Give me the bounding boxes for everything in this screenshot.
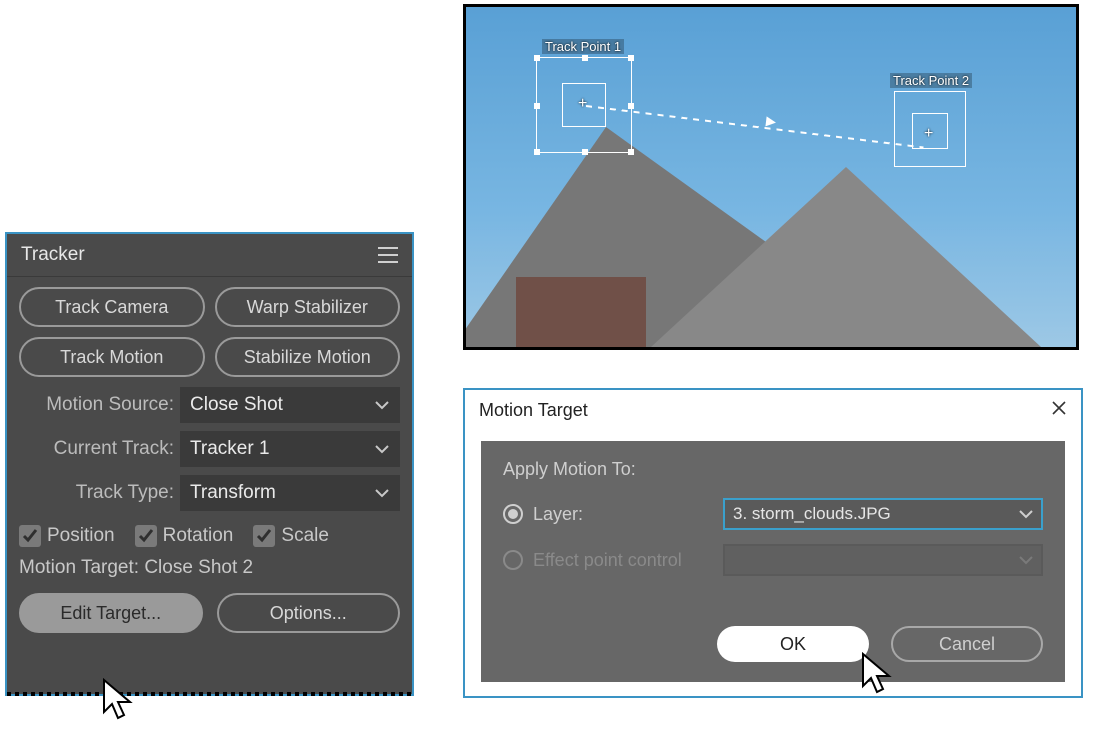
- panel-menu-icon[interactable]: [378, 247, 398, 263]
- preview-viewport[interactable]: Track Point 1 + Track Point 2 +: [463, 4, 1079, 350]
- motion-target-line: Motion Target: Close Shot 2: [19, 557, 400, 579]
- rotation-label: Rotation: [163, 525, 234, 547]
- stabilize-motion-button[interactable]: Stabilize Motion: [215, 337, 401, 377]
- current-track-value: Tracker 1: [190, 438, 270, 460]
- checkmark-icon: [135, 525, 157, 547]
- layer-select-dropdown[interactable]: 3. storm_clouds.JPG: [723, 498, 1043, 530]
- apply-motion-label: Apply Motion To:: [503, 459, 1043, 480]
- position-label: Position: [47, 525, 115, 547]
- cancel-button[interactable]: Cancel: [891, 626, 1043, 662]
- track-direction-arrow-icon: [765, 116, 776, 127]
- dialog-body: Apply Motion To: Layer: 3. storm_clouds.…: [481, 441, 1065, 608]
- checkmark-icon: [19, 525, 41, 547]
- dialog-title-text: Motion Target: [479, 400, 588, 421]
- tracker-panel: Tracker Track Camera Warp Stabilizer Tra…: [5, 232, 414, 696]
- current-track-label: Current Track:: [19, 438, 174, 460]
- tracker-panel-body: Track Camera Warp Stabilizer Track Motio…: [7, 277, 412, 647]
- track-type-label: Track Type:: [19, 482, 174, 504]
- track-type-dropdown[interactable]: Transform: [180, 475, 400, 511]
- effect-point-label: Effect point control: [533, 550, 713, 571]
- layer-radio-label: Layer:: [533, 504, 713, 525]
- effect-point-radio: [503, 550, 523, 570]
- edit-target-button[interactable]: Edit Target...: [19, 593, 203, 633]
- track-point-2-label: Track Point 2: [890, 73, 972, 88]
- motion-source-dropdown[interactable]: Close Shot: [180, 387, 400, 423]
- track-camera-button[interactable]: Track Camera: [19, 287, 205, 327]
- effect-point-dropdown: [723, 544, 1043, 576]
- current-track-dropdown[interactable]: Tracker 1: [180, 431, 400, 467]
- chevron-down-icon: [374, 444, 390, 454]
- tracker-panel-title: Tracker: [21, 244, 85, 266]
- checkmark-icon: [253, 525, 275, 547]
- close-icon[interactable]: [1051, 400, 1067, 421]
- chevron-down-icon: [1019, 556, 1033, 565]
- layer-radio[interactable]: [503, 504, 523, 524]
- track-point-1-label: Track Point 1: [542, 39, 624, 54]
- chevron-down-icon: [374, 400, 390, 410]
- scale-checkbox[interactable]: Scale: [253, 525, 329, 547]
- motion-target-dialog: Motion Target Apply Motion To: Layer: 3.…: [463, 388, 1083, 698]
- options-button[interactable]: Options...: [217, 593, 401, 633]
- tracker-panel-header: Tracker: [7, 234, 412, 277]
- panel-resize-edge[interactable]: [7, 692, 412, 696]
- track-motion-button[interactable]: Track Motion: [19, 337, 205, 377]
- chevron-down-icon: [1019, 510, 1033, 519]
- ok-button[interactable]: OK: [717, 626, 869, 662]
- layer-select-value: 3. storm_clouds.JPG: [733, 504, 891, 524]
- position-checkbox[interactable]: Position: [19, 525, 115, 547]
- warp-stabilizer-button[interactable]: Warp Stabilizer: [215, 287, 401, 327]
- track-type-value: Transform: [190, 482, 276, 504]
- dialog-titlebar[interactable]: Motion Target: [465, 390, 1081, 431]
- motion-source-label: Motion Source:: [19, 394, 174, 416]
- scale-label: Scale: [281, 525, 329, 547]
- rotation-checkbox[interactable]: Rotation: [135, 525, 234, 547]
- chevron-down-icon: [374, 488, 390, 498]
- motion-source-value: Close Shot: [190, 394, 283, 416]
